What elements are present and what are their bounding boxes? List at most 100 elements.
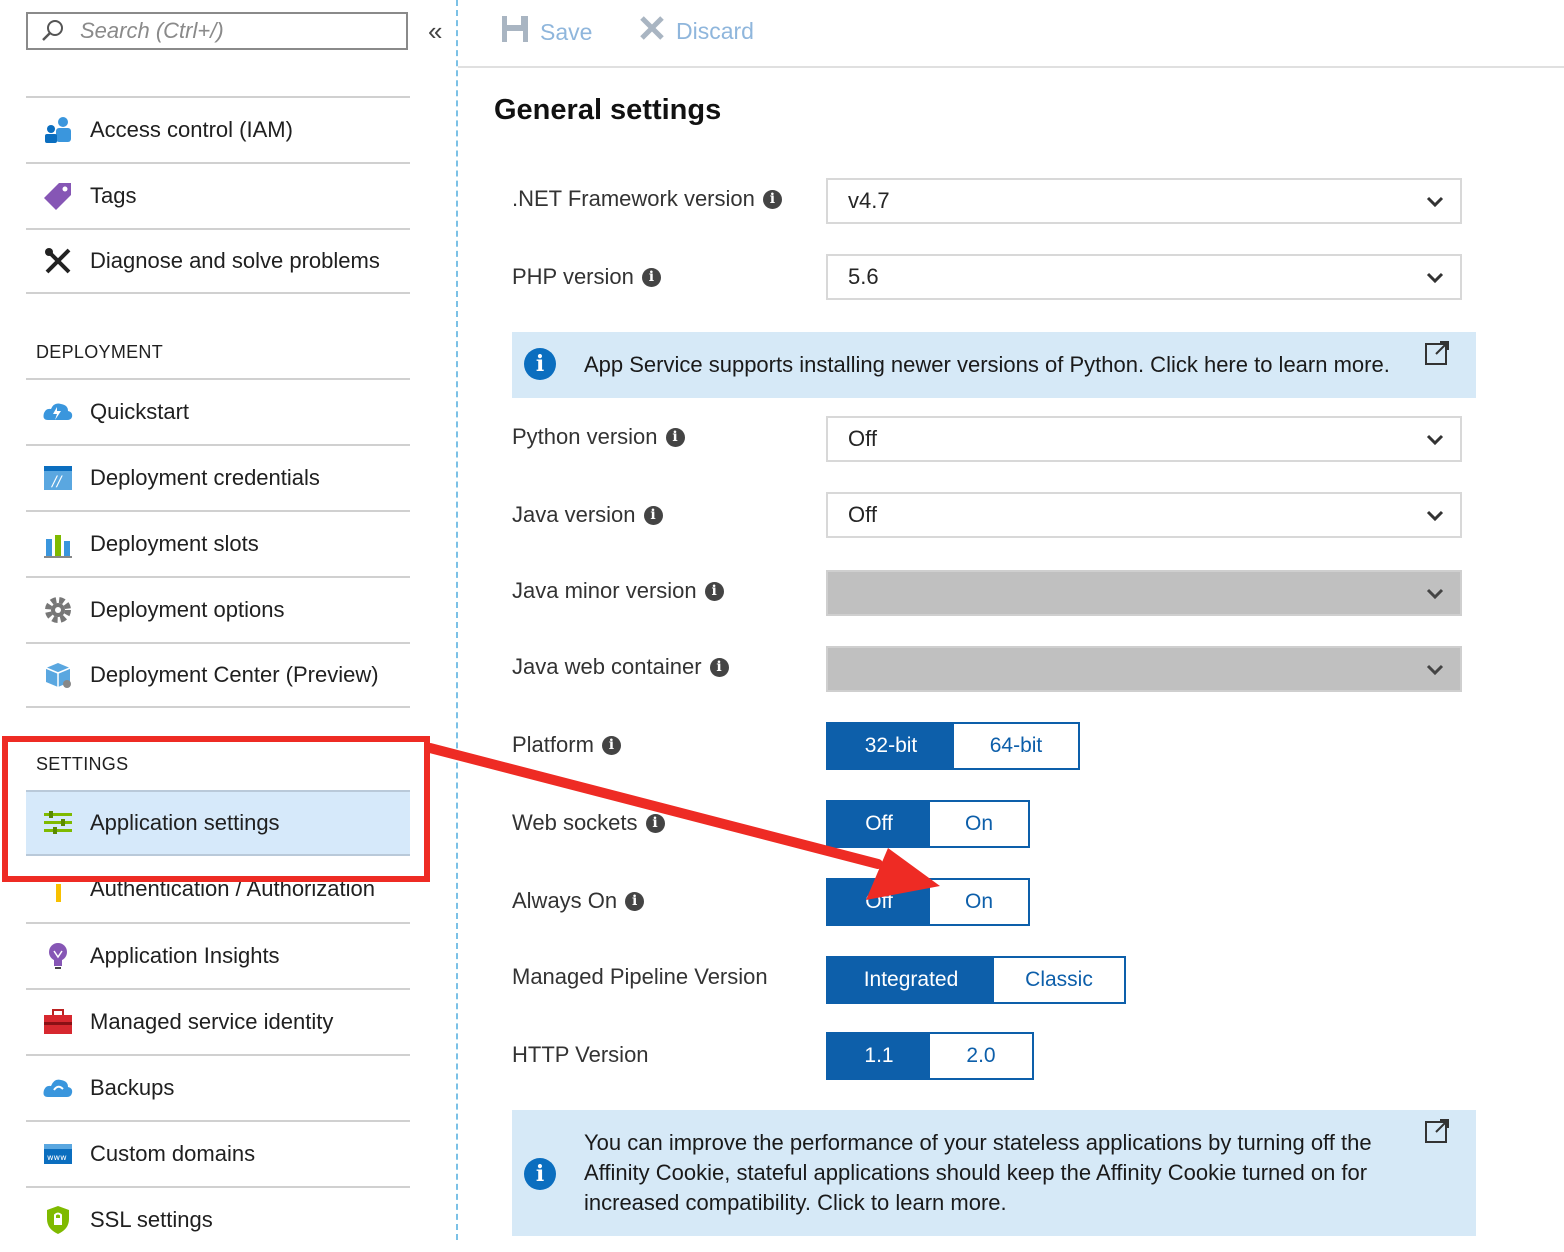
sidebar-item-deployment-options[interactable]: Deployment options (26, 576, 410, 642)
web-sockets-label: Web sockets i (512, 810, 665, 836)
http-version-1-1[interactable]: 1.1 (828, 1034, 930, 1078)
http-version-label: HTTP Version (512, 1042, 649, 1067)
toolbar: Save Discard (458, 0, 1564, 68)
java-version-label: Java version i (512, 502, 663, 528)
affinity-info-banner[interactable]: i You can improve the performance of you… (512, 1110, 1476, 1236)
sidebar-item-backups[interactable]: Backups (26, 1054, 410, 1120)
java-minor-version-select (826, 570, 1462, 616)
net-version-label: .NET Framework version i (512, 186, 782, 212)
svg-text://: // (50, 474, 63, 490)
sidebar-item-quickstart[interactable]: Quickstart (26, 378, 410, 444)
java-web-container-select (826, 646, 1462, 692)
sidebar-item-label: Tags (90, 183, 137, 208)
sidebar-item-label: Deployment options (90, 597, 285, 622)
sidebar-item-label: Deployment Center (Preview) (90, 662, 379, 687)
always-on-on[interactable]: On (930, 880, 1028, 924)
pipeline-classic[interactable]: Classic (994, 958, 1124, 1002)
always-on-label: Always On i (512, 888, 645, 914)
external-link-icon[interactable] (1424, 1118, 1450, 1149)
platform-option-32bit[interactable]: 32-bit (828, 724, 954, 768)
sidebar-item-deployment-slots[interactable]: Deployment slots (26, 510, 410, 576)
php-version-label-text: PHP version (512, 264, 634, 289)
discard-button[interactable]: Discard (638, 14, 754, 48)
sidebar: « Access control (IAM) Tags Diagnose and… (0, 0, 456, 1240)
http-version-2-0[interactable]: 2.0 (930, 1034, 1032, 1078)
python-version-label: Python version i (512, 424, 685, 450)
info-icon[interactable]: i (704, 581, 724, 601)
save-button[interactable]: Save (500, 14, 592, 50)
info-icon[interactable]: i (645, 813, 665, 833)
info-icon[interactable]: i (665, 427, 685, 447)
http-version-toggle: 1.1 2.0 (826, 1032, 1034, 1080)
sidebar-item-deployment-credentials[interactable]: // Deployment credentials (26, 444, 410, 510)
sidebar-item-tags[interactable]: Tags (26, 162, 410, 228)
info-icon: i (524, 348, 556, 380)
python-info-banner[interactable]: i App Service supports installing newer … (512, 332, 1476, 398)
pipeline-version-label: Managed Pipeline Version (512, 964, 768, 989)
sidebar-item-label: Managed service identity (90, 1009, 334, 1034)
slots-icon (26, 529, 90, 559)
php-version-select[interactable]: 5.6 (826, 254, 1462, 300)
net-version-select[interactable]: v4.7 (826, 178, 1462, 224)
info-icon[interactable]: i (762, 189, 782, 209)
shield-lock-icon (26, 1205, 90, 1235)
collapse-sidebar-icon[interactable]: « (428, 16, 442, 47)
python-banner-text: App Service supports installing newer ve… (584, 352, 1390, 377)
java-version-select[interactable]: Off (826, 492, 1462, 538)
save-icon (500, 14, 530, 50)
sidebar-item-label: Deployment credentials (90, 465, 320, 490)
web-sockets-label-text: Web sockets (512, 810, 638, 835)
java-version-label-text: Java version (512, 502, 636, 527)
sidebar-item-application-insights[interactable]: Application Insights (26, 922, 410, 988)
deployment-center-icon (26, 660, 90, 690)
pipeline-version-toggle: Integrated Classic (826, 956, 1126, 1004)
search-box[interactable] (26, 12, 408, 50)
info-icon[interactable]: i (709, 657, 729, 677)
external-link-icon[interactable] (1424, 340, 1450, 371)
sidebar-item-diagnose[interactable]: Diagnose and solve problems (26, 228, 410, 294)
cloud-backup-icon (26, 1075, 90, 1101)
lightbulb-icon (26, 941, 90, 971)
sidebar-item-custom-domains[interactable]: www Custom domains (26, 1120, 410, 1186)
sidebar-item-ssl-settings[interactable]: SSL settings (26, 1186, 410, 1252)
web-sockets-toggle: Off On (826, 800, 1030, 848)
sidebar-item-managed-service-identity[interactable]: Managed service identity (26, 988, 410, 1054)
web-sockets-off[interactable]: Off (828, 802, 930, 846)
www-icon: www (26, 1142, 90, 1166)
page-title: General settings (494, 94, 722, 126)
affinity-banner-text: You can improve the performance of your … (584, 1128, 1372, 1218)
always-on-toggle: Off On (826, 878, 1030, 926)
sidebar-item-label: Deployment slots (90, 531, 259, 556)
pane-divider[interactable] (456, 0, 458, 1240)
pipeline-integrated[interactable]: Integrated (828, 958, 994, 1002)
info-icon[interactable]: i (643, 505, 663, 525)
platform-label-text: Platform (512, 732, 594, 757)
info-icon[interactable]: i (601, 735, 621, 755)
java-web-container-label-text: Java web container (512, 654, 702, 679)
iam-icon (26, 116, 90, 144)
platform-option-64bit[interactable]: 64-bit (954, 724, 1078, 768)
affinity-banner-line: You can improve the performance of your … (584, 1130, 1372, 1155)
always-on-label-text: Always On (512, 888, 618, 913)
python-version-label-text: Python version (512, 424, 658, 449)
web-sockets-on[interactable]: On (930, 802, 1028, 846)
sidebar-item-deployment-center[interactable]: Deployment Center (Preview) (26, 642, 410, 708)
gear-icon (26, 595, 90, 625)
sidebar-item-access-control[interactable]: Access control (IAM) (26, 96, 410, 162)
sidebar-item-label: Quickstart (90, 399, 190, 424)
section-header-deployment: DEPLOYMENT (36, 342, 164, 362)
chevron-down-icon (1426, 264, 1444, 290)
sidebar-item-label: Custom domains (90, 1141, 256, 1166)
platform-label: Platform i (512, 732, 621, 758)
sidebar-item-label: Diagnose and solve problems (90, 248, 380, 273)
python-version-select[interactable]: Off (826, 416, 1462, 462)
info-icon[interactable]: i (641, 267, 661, 287)
search-input[interactable] (78, 17, 382, 45)
sidebar-item-label: Access control (IAM) (90, 117, 293, 142)
net-version-label-text: .NET Framework version (512, 186, 755, 211)
always-on-off[interactable]: Off (828, 880, 930, 924)
info-icon[interactable]: i (625, 891, 645, 911)
python-version-value: Off (848, 426, 877, 451)
chevron-down-icon (1426, 188, 1444, 214)
java-version-value: Off (848, 502, 877, 527)
